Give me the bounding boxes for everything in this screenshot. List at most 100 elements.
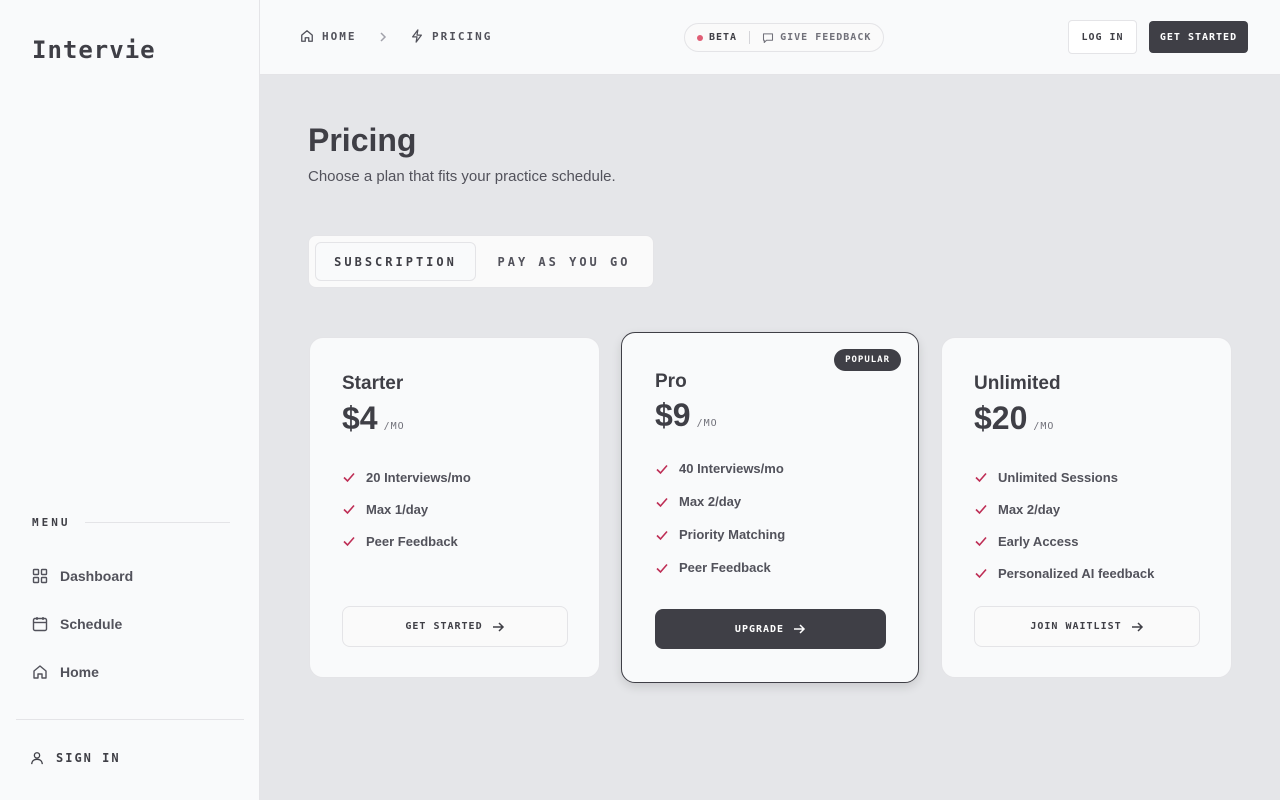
feature-label: Peer Feedback: [366, 533, 458, 549]
feature-label: Unlimited Sessions: [998, 469, 1118, 485]
price-amount: $9: [655, 397, 691, 433]
sidebar-item-dashboard[interactable]: Dashboard: [32, 568, 133, 584]
feature-item: 40 Interviews/mo: [655, 452, 785, 485]
feature-item: Peer Feedback: [342, 525, 471, 557]
price-period: /MO: [1033, 421, 1055, 432]
sidebar: Intervie MENU Dashboard Schedule Home SI…: [0, 0, 260, 800]
plan-price: $20 /MO: [974, 400, 1054, 437]
feature-item: Peer Feedback: [655, 551, 785, 584]
feature-label: 20 Interviews/mo: [366, 469, 471, 485]
give-feedback-label: GIVE FEEDBACK: [780, 32, 872, 43]
check-icon: [975, 568, 987, 579]
arrow-right-icon: [794, 624, 806, 634]
cta-label: UPGRADE: [734, 623, 785, 635]
beta-pill: BETA GIVE FEEDBACK: [684, 23, 884, 52]
feature-label: Max 2/day: [679, 494, 742, 509]
home-icon: [33, 665, 47, 679]
plan-card-unlimited: Unlimited $20 /MO Unlimited Sessions Max…: [941, 337, 1232, 678]
check-icon: [975, 504, 987, 515]
plan-card-pro: POPULAR Pro $9 /MO 40 Interviews/mo Max …: [621, 332, 919, 683]
check-icon: [656, 530, 668, 540]
menu-divider: [84, 522, 230, 523]
check-icon: [975, 536, 987, 547]
feature-item: Unlimited Sessions: [974, 461, 1154, 493]
breadcrumb-label: PRICING: [432, 29, 493, 43]
feature-item: Max 2/day: [655, 485, 785, 518]
topbar: HOME PRICING BETA GIVE FEEDBACK LOG IN G…: [260, 0, 1280, 75]
feature-label: Early Access: [998, 533, 1079, 549]
menu-heading: MENU: [32, 516, 230, 529]
get-started-button[interactable]: GET STARTED: [1149, 21, 1248, 53]
sidebar-item-label: Dashboard: [60, 568, 134, 584]
breadcrumb-home[interactable]: HOME: [300, 29, 357, 43]
feature-label: Personalized AI feedback: [998, 565, 1155, 581]
cta-label: JOIN WAITLIST: [1030, 621, 1122, 632]
sign-in-label: SIGN IN: [56, 751, 121, 765]
check-icon: [975, 472, 987, 483]
grid-icon: [32, 568, 48, 584]
arrow-right-icon: [492, 621, 504, 632]
user-icon: [31, 752, 43, 765]
breadcrumb-pricing[interactable]: PRICING: [410, 29, 492, 43]
join-waitlist-button[interactable]: JOIN WAITLIST: [974, 606, 1200, 647]
check-icon: [656, 563, 668, 573]
feature-item: Priority Matching: [655, 518, 785, 551]
billing-tabs: SUBSCRIPTION PAY AS YOU GO: [308, 235, 654, 288]
sign-in-button[interactable]: SIGN IN: [30, 751, 121, 765]
sidebar-item-label: Home: [60, 664, 99, 680]
app-logo[interactable]: Intervie: [32, 36, 156, 64]
sidebar-divider: [16, 719, 244, 720]
cta-label: GET STARTED: [405, 621, 483, 632]
sidebar-item-label: Schedule: [60, 616, 123, 632]
feature-item: Max 2/day: [974, 493, 1154, 525]
sidebar-item-home[interactable]: Home: [32, 664, 99, 680]
give-feedback-button[interactable]: GIVE FEEDBACK: [762, 32, 871, 44]
plan-name: Starter: [342, 373, 404, 394]
page-title: Pricing: [308, 122, 417, 158]
chevron-right-icon: [380, 32, 387, 42]
home-icon: [301, 30, 313, 42]
check-icon: [656, 464, 668, 474]
plan-name: Pro: [655, 371, 687, 392]
feature-list: Unlimited Sessions Max 2/day Early Acces…: [974, 461, 1154, 589]
beta-badge: BETA: [709, 32, 738, 43]
upgrade-button[interactable]: UPGRADE: [655, 609, 886, 649]
feature-label: Max 2/day: [998, 501, 1061, 517]
popular-badge: POPULAR: [834, 349, 901, 371]
log-in-button[interactable]: LOG IN: [1068, 20, 1137, 54]
feature-label: 40 Interviews/mo: [679, 461, 784, 476]
feature-list: 40 Interviews/mo Max 2/day Priority Matc…: [655, 452, 785, 584]
price-period: /MO: [383, 421, 405, 432]
feature-label: Priority Matching: [679, 527, 786, 542]
arrow-right-icon: [1131, 621, 1143, 632]
price-period: /MO: [696, 418, 718, 429]
status-dot: [697, 34, 703, 41]
plan-price: $4 /MO: [342, 400, 405, 437]
feature-item: Early Access: [974, 525, 1154, 557]
price-amount: $4: [342, 400, 378, 436]
feature-item: Max 1/day: [342, 493, 471, 525]
menu-heading-label: MENU: [32, 516, 71, 529]
tab-pay-as-you-go[interactable]: PAY AS YOU GO: [481, 242, 647, 281]
plan-card-starter: Starter $4 /MO 20 Interviews/mo Max 1/da…: [309, 337, 600, 678]
plan-name: Unlimited: [974, 373, 1061, 394]
price-amount: $20: [974, 400, 1028, 436]
feature-item: Personalized AI feedback: [974, 557, 1154, 589]
check-icon: [343, 536, 355, 547]
page-subtitle: Choose a plan that fits your practice sc…: [308, 168, 616, 185]
plan-price: $9 /MO: [655, 397, 718, 434]
tab-subscription[interactable]: SUBSCRIPTION: [315, 242, 476, 281]
get-started-plan-button[interactable]: GET STARTED: [342, 606, 568, 647]
check-icon: [656, 497, 668, 507]
breadcrumb-label: HOME: [322, 29, 357, 43]
feature-label: Peer Feedback: [679, 560, 771, 575]
message-icon: [763, 32, 774, 43]
feature-list: 20 Interviews/mo Max 1/day Peer Feedback: [342, 461, 471, 557]
check-icon: [343, 504, 355, 515]
sidebar-item-schedule[interactable]: Schedule: [32, 616, 122, 632]
calendar-icon: [32, 617, 48, 632]
pill-divider: [749, 31, 751, 44]
feature-item: 20 Interviews/mo: [342, 461, 471, 493]
feature-label: Max 1/day: [366, 501, 429, 517]
bolt-icon: [412, 29, 422, 43]
